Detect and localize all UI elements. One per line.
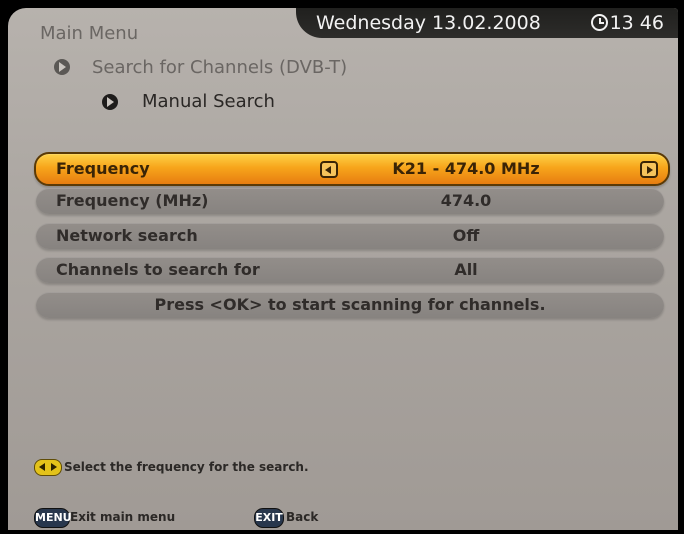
frequency-value: K21 - 474.0 MHz xyxy=(392,159,540,178)
channels-to-search-label: Channels to search for xyxy=(56,260,260,279)
start-scan-row[interactable]: Press <OK> to start scanning for channel… xyxy=(36,292,664,318)
network-search-value: Off xyxy=(452,226,480,245)
circle-arrow-icon xyxy=(102,94,118,110)
back-label: Back xyxy=(286,510,319,524)
left-right-key-icon xyxy=(34,459,62,476)
start-scan-text: Press <OK> to start scanning for channel… xyxy=(154,295,546,314)
tv-menu-screen: Wednesday 13.02.2008 13 46 Main Menu Sea… xyxy=(8,8,678,530)
network-search-row[interactable]: Network search Off xyxy=(36,223,664,249)
channels-to-search-value: All xyxy=(454,260,478,279)
menu-key-button[interactable]: MENU xyxy=(34,508,72,528)
frequency-mhz-label: Frequency (MHz) xyxy=(56,191,209,210)
help-hint-text: Select the frequency for the search. xyxy=(64,460,309,474)
frequency-mhz-row[interactable]: Frequency (MHz) 474.0 xyxy=(36,188,664,214)
exit-key-button[interactable]: EXIT xyxy=(254,508,284,528)
right-arrow-icon[interactable] xyxy=(640,161,658,178)
frequency-mhz-value: 474.0 xyxy=(440,191,492,210)
header-bar: Wednesday 13.02.2008 13 46 xyxy=(296,8,678,38)
breadcrumb-search-channels[interactable]: Search for Channels (DVB-T) xyxy=(92,57,347,78)
network-search-label: Network search xyxy=(56,226,198,245)
channels-to-search-row[interactable]: Channels to search for All xyxy=(36,257,664,283)
date-display: Wednesday 13.02.2008 xyxy=(316,12,541,34)
help-hint: Select the frequency for the search. xyxy=(34,459,309,476)
clock-icon xyxy=(590,14,608,31)
time-display: 13 46 xyxy=(590,8,664,38)
frequency-row[interactable]: Frequency K21 - 474.0 MHz xyxy=(34,152,670,186)
page-title: Main Menu xyxy=(40,23,139,44)
frequency-label: Frequency xyxy=(56,159,150,178)
breadcrumb-manual-search: Manual Search xyxy=(142,91,275,112)
time-value: 13 46 xyxy=(609,12,664,34)
circle-arrow-icon xyxy=(54,59,70,75)
exit-main-menu-label: Exit main menu xyxy=(70,510,176,524)
